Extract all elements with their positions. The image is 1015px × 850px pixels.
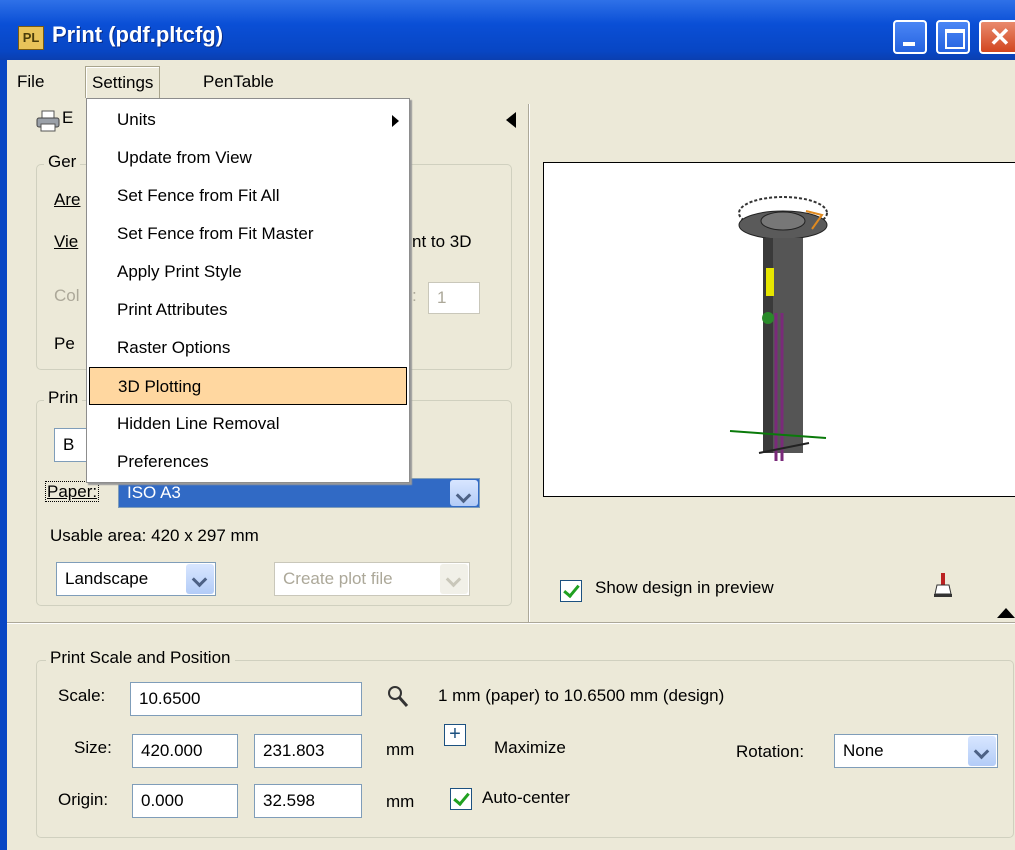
- size-width-input[interactable]: 420.000: [132, 734, 238, 768]
- color-label: Col: [54, 286, 80, 305]
- origin-y-input[interactable]: 32.598: [254, 784, 362, 818]
- general-group-label: Ger: [44, 152, 81, 172]
- collapse-arrow-icon[interactable]: [506, 112, 516, 128]
- menu-item-raster-options[interactable]: Raster Options: [87, 329, 409, 367]
- maximize-icon[interactable]: +: [444, 724, 466, 746]
- origin-x-input[interactable]: 0.000: [132, 784, 238, 818]
- view-option-text: nt to 3D: [412, 232, 472, 251]
- area-label: Are: [54, 190, 81, 209]
- chevron-down-icon: [440, 564, 468, 594]
- auto-center-label: Auto-center: [482, 788, 570, 807]
- usable-area-text: Usable area: 420 x 297 mm: [50, 526, 259, 545]
- printer-group-label: Prin: [44, 388, 83, 408]
- menu-item-print-attributes[interactable]: Print Attributes: [87, 291, 409, 329]
- menu-item-units[interactable]: Units: [87, 101, 409, 139]
- menu-item-hidden-line-removal[interactable]: Hidden Line Removal: [87, 405, 409, 443]
- scale-description: 1 mm (paper) to 10.6500 mm (design): [438, 686, 725, 705]
- design-preview-graphic: [729, 196, 828, 461]
- chevron-down-icon[interactable]: [968, 736, 996, 766]
- window-title: Print (pdf.pltcfg): [52, 22, 224, 47]
- origin-unit: mm: [386, 792, 415, 811]
- chevron-down-icon[interactable]: [450, 480, 478, 506]
- create-plot-value: Create plot file: [283, 569, 393, 588]
- pen-label: Pe: [54, 334, 75, 353]
- rotation-label: Rotation:: [736, 742, 805, 761]
- printer-icon[interactable]: [36, 110, 60, 132]
- toolbar-print-partial[interactable]: E: [62, 108, 73, 128]
- close-button[interactable]: ✕: [979, 20, 1015, 54]
- menu-pentable[interactable]: PenTable: [197, 66, 280, 98]
- paper-value: ISO A3: [127, 483, 181, 502]
- menu-settings[interactable]: Settings: [85, 66, 161, 98]
- menu-item-apply-print-style[interactable]: Apply Print Style: [87, 253, 409, 291]
- menu-item-3d-plotting[interactable]: 3D Plotting: [89, 367, 407, 405]
- maximize-button[interactable]: [936, 20, 970, 54]
- rotation-combo[interactable]: None: [834, 734, 998, 768]
- menu-file[interactable]: File: [11, 66, 50, 98]
- expand-arrow-icon[interactable]: [997, 608, 1015, 618]
- scale-label: Scale:: [58, 686, 106, 705]
- close-icon: ✕: [989, 22, 1011, 52]
- scale-position-group-label: Print Scale and Position: [46, 648, 235, 668]
- print-preview: [543, 162, 1015, 497]
- menu-item-update-from-view[interactable]: Update from View: [87, 139, 409, 177]
- scale-input[interactable]: 10.6500: [130, 682, 362, 716]
- origin-label: Origin:: [58, 790, 109, 809]
- maximize-label[interactable]: Maximize: [494, 738, 566, 758]
- brush-icon[interactable]: [932, 572, 954, 603]
- orientation-combo[interactable]: Landscape: [56, 562, 216, 596]
- rotation-value: None: [843, 741, 884, 760]
- show-design-checkbox[interactable]: [560, 580, 582, 602]
- chevron-down-icon[interactable]: [186, 564, 214, 594]
- menu-item-fence-fit-master[interactable]: Set Fence from Fit Master: [87, 215, 409, 253]
- settings-dropdown-menu: Units Update from View Set Fence from Fi…: [86, 98, 410, 483]
- size-unit: mm: [386, 740, 415, 759]
- horizontal-separator: [7, 622, 1015, 624]
- app-icon[interactable]: PL: [18, 26, 44, 50]
- view-label: Vie: [54, 232, 79, 251]
- paper-label: Paper:: [44, 481, 100, 502]
- orientation-value: Landscape: [65, 569, 149, 588]
- submenu-arrow-icon: [392, 115, 399, 127]
- menu-item-preferences[interactable]: Preferences: [87, 443, 409, 481]
- copies-label: :: [412, 286, 417, 305]
- menu-item-fence-fit-all[interactable]: Set Fence from Fit All: [87, 177, 409, 215]
- minimize-button[interactable]: [893, 20, 927, 54]
- auto-center-checkbox[interactable]: [450, 788, 472, 810]
- size-height-input[interactable]: 231.803: [254, 734, 362, 768]
- zoom-icon[interactable]: [386, 684, 410, 715]
- size-label: Size:: [74, 738, 112, 757]
- create-plot-combo: Create plot file: [274, 562, 470, 596]
- show-design-label: Show design in preview: [595, 578, 774, 597]
- copies-input: 1: [428, 282, 480, 314]
- window-frame: [0, 60, 7, 850]
- panel-divider[interactable]: [528, 104, 530, 624]
